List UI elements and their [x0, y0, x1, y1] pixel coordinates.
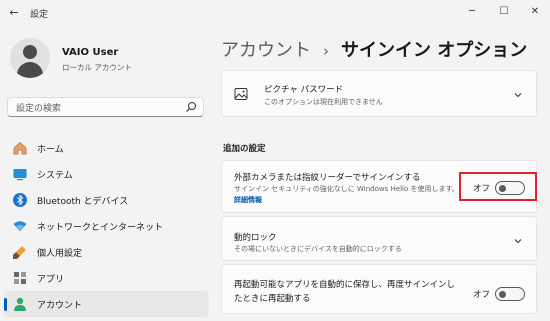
chevron-down-icon[interactable] — [513, 90, 523, 100]
back-button[interactable]: ← — [6, 5, 22, 21]
search-placeholder: 設定の検索 — [16, 104, 62, 114]
bluetooth-icon — [13, 193, 27, 207]
sidebar-item-bluetooth[interactable]: Bluetooth とデバイス — [4, 187, 209, 213]
learn-more-link[interactable]: 詳細情報 — [234, 195, 262, 205]
image-icon — [234, 88, 248, 100]
app-title: 設定 — [30, 10, 49, 20]
selection-indicator — [4, 298, 7, 311]
title-bar: ← 設定 ─ ☐ ✕ — [0, 0, 550, 26]
external-camera-title: 外部カメラまたは指紋リーダーでサインインする — [234, 173, 421, 183]
account-icon — [14, 297, 26, 311]
sidebar-item-label: システム — [37, 171, 73, 181]
wifi-icon — [13, 221, 27, 232]
dynamic-lock-title: 動的ロック — [234, 233, 277, 243]
restart-apps-card: 再起動可能なアプリを自動的に保存し、再度サインインし たときに再起動する オフ — [221, 264, 537, 314]
breadcrumb-separator: › — [323, 42, 329, 60]
page-title: サインイン オプション — [341, 40, 528, 61]
apps-icon — [14, 272, 26, 284]
highlight-box — [459, 172, 537, 201]
dynamic-lock-card[interactable]: 動的ロック その場にいないときにデバイスを自動的にロックする — [221, 216, 537, 261]
sidebar-item-label: アカウント — [37, 301, 83, 311]
restart-apps-toggle[interactable] — [495, 287, 525, 301]
sidebar-item-system[interactable]: システム — [4, 161, 209, 187]
sidebar-nav: ホーム システム Bluetooth とデバイス ネットワークとインターネット … — [4, 135, 209, 317]
restart-apps-title-line2: たときに再起動する — [234, 294, 311, 304]
sidebar-item-apps[interactable]: アプリ — [4, 265, 209, 291]
restart-apps-title-line1: 再起動可能なアプリを自動的に保存し、再度サインインし — [234, 280, 456, 290]
brush-icon — [13, 246, 26, 259]
breadcrumb: アカウント › サインイン オプション — [221, 36, 527, 62]
breadcrumb-parent[interactable]: アカウント — [221, 40, 311, 61]
account-type: ローカル アカウント — [62, 63, 132, 72]
section-title: 追加の設定 — [223, 144, 266, 154]
search-input[interactable]: 設定の検索 — [7, 97, 204, 117]
sidebar-item-label: ネットワークとインターネット — [37, 223, 164, 233]
external-camera-description: サインイン セキュリティの強化なしに Windows Hello を使用します。 — [234, 185, 459, 193]
sidebar-item-personalization[interactable]: 個人用設定 — [4, 239, 209, 265]
picture-password-title: ピクチャ パスワード — [264, 85, 344, 95]
minimize-button[interactable]: ─ — [463, 4, 481, 20]
sidebar-item-home[interactable]: ホーム — [4, 135, 209, 161]
search-icon — [186, 102, 196, 112]
chevron-down-icon[interactable] — [513, 236, 523, 246]
sidebar-item-label: Bluetooth とデバイス — [37, 197, 129, 207]
sidebar-item-accounts[interactable]: アカウント — [4, 291, 209, 317]
dynamic-lock-description: その場にいないときにデバイスを自動的にロックする — [234, 245, 402, 253]
user-profile[interactable]: VAIO User ローカル アカウント — [10, 38, 210, 80]
sidebar-item-label: ホーム — [37, 145, 64, 155]
avatar — [10, 38, 50, 78]
picture-password-card[interactable]: ピクチャ パスワード このオプションは現在利用できません — [221, 70, 537, 117]
toggle-state-label: オフ — [473, 290, 491, 300]
maximize-button[interactable]: ☐ — [495, 4, 513, 20]
user-name: VAIO User — [62, 47, 119, 58]
sidebar-item-label: 個人用設定 — [37, 249, 83, 259]
sidebar-item-network[interactable]: ネットワークとインターネット — [4, 213, 209, 239]
picture-password-description: このオプションは現在利用できません — [264, 98, 383, 106]
toggle-knob — [499, 290, 506, 298]
system-icon — [13, 169, 27, 181]
home-icon — [13, 141, 27, 155]
sidebar-item-label: アプリ — [37, 275, 65, 285]
close-button[interactable]: ✕ — [526, 4, 544, 20]
